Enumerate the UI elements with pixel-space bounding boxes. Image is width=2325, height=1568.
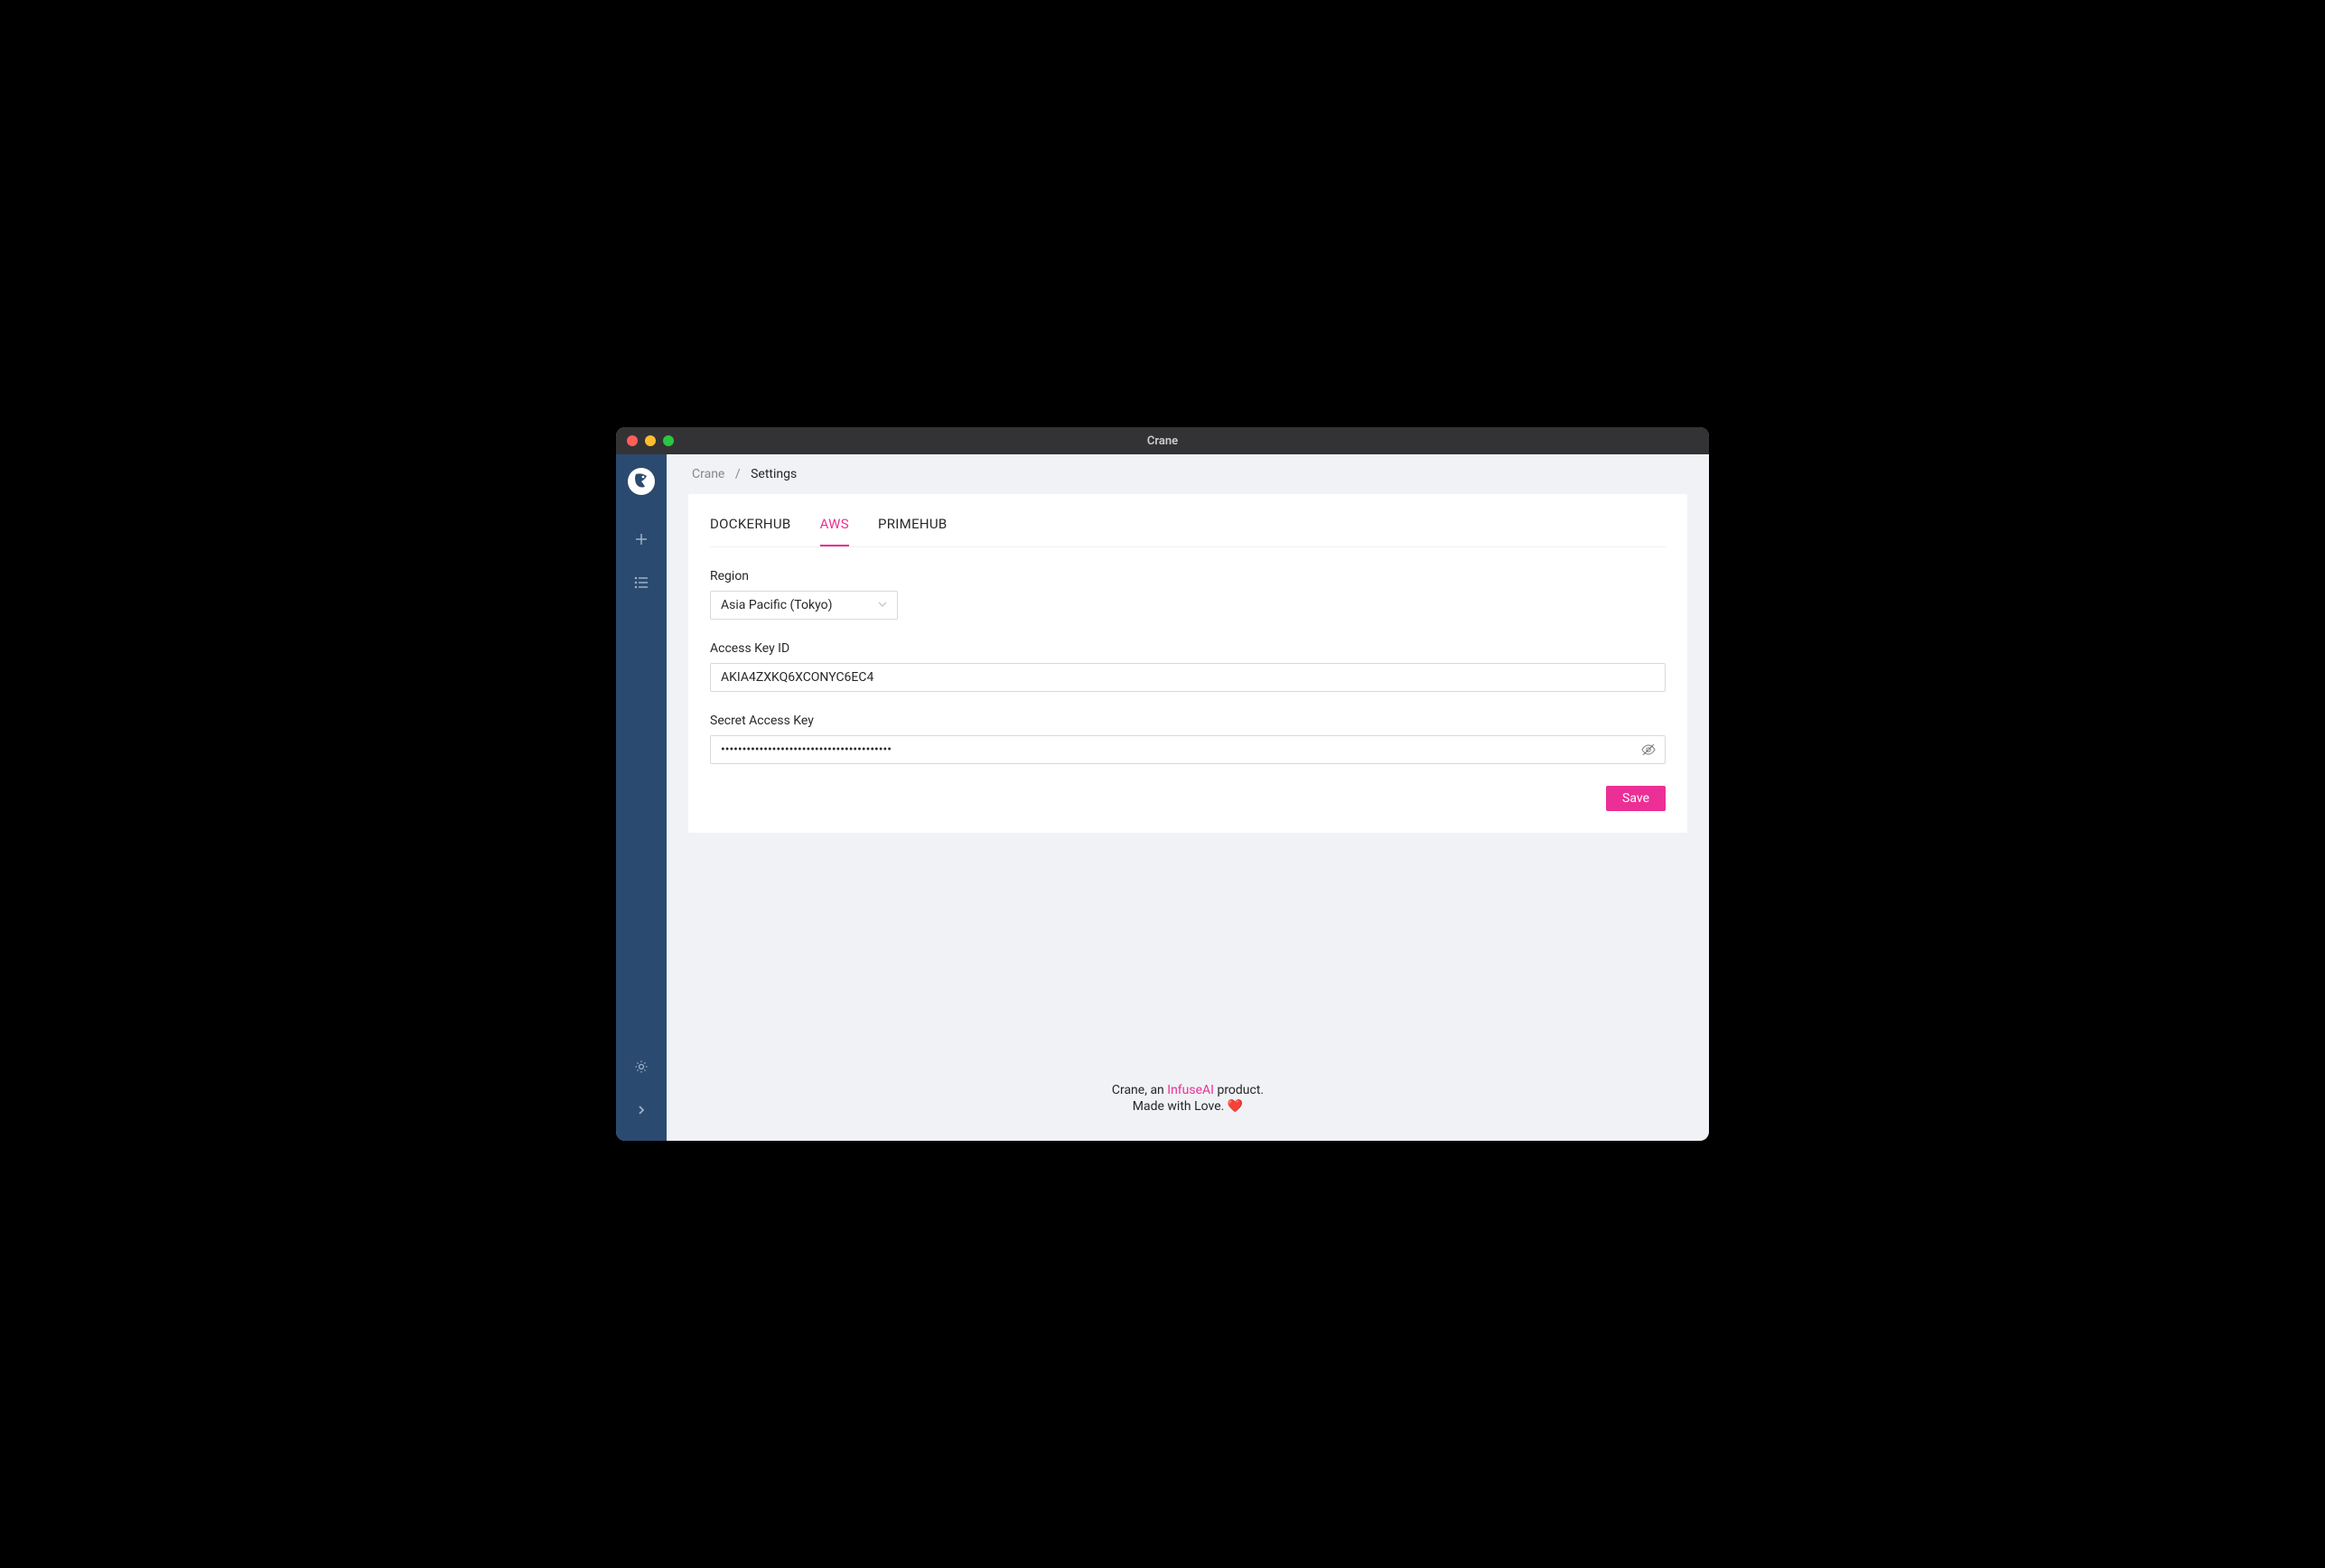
chevron-right-icon (636, 1105, 647, 1115)
heart-icon: ❤️ (1228, 1099, 1243, 1114)
secret-key-field: Secret Access Key (710, 714, 1666, 764)
tab-primehub[interactable]: PRIMEHUB (878, 516, 948, 546)
breadcrumb-root[interactable]: Crane (692, 467, 724, 481)
gear-icon (634, 1059, 649, 1074)
sidebar-settings-button[interactable] (616, 1045, 667, 1088)
minimize-button[interactable] (645, 435, 656, 446)
crane-logo-icon (627, 467, 656, 496)
app-body: Crane / Settings DOCKERHUB AWS PRIMEHUB … (616, 454, 1709, 1141)
footer-link[interactable]: InfuseAI (1167, 1083, 1214, 1097)
breadcrumb-current: Settings (751, 467, 797, 481)
app-logo[interactable] (627, 467, 656, 496)
region-label: Region (710, 569, 1666, 583)
sidebar-expand-button[interactable] (616, 1088, 667, 1132)
toggle-visibility-button[interactable] (1641, 742, 1656, 757)
secret-key-input[interactable] (710, 735, 1666, 764)
access-key-label: Access Key ID (710, 641, 1666, 656)
region-value: Asia Pacific (Tokyo) (721, 598, 832, 612)
content-area: Crane / Settings DOCKERHUB AWS PRIMEHUB … (667, 454, 1709, 1141)
region-field: Region Asia Pacific (Tokyo) (710, 569, 1666, 620)
titlebar: Crane (616, 427, 1709, 454)
app-window: Crane (616, 427, 1709, 1141)
close-button[interactable] (627, 435, 638, 446)
eye-slash-icon (1641, 742, 1656, 757)
save-button[interactable]: Save (1606, 786, 1666, 811)
access-key-input[interactable] (710, 663, 1666, 692)
footer-suffix: product. (1214, 1083, 1264, 1097)
footer-line2: Made with Love. (1133, 1099, 1228, 1114)
chevron-down-icon (878, 598, 887, 612)
footer-prefix: Crane, an (1112, 1083, 1167, 1097)
plus-icon (634, 532, 649, 546)
breadcrumb-separator: / (735, 467, 741, 481)
maximize-button[interactable] (663, 435, 674, 446)
breadcrumb: Crane / Settings (667, 454, 1709, 494)
settings-card: DOCKERHUB AWS PRIMEHUB Region Asia Pacif… (688, 494, 1687, 833)
tab-aws[interactable]: AWS (820, 516, 849, 546)
tabs: DOCKERHUB AWS PRIMEHUB (710, 516, 1666, 547)
sidebar-list-button[interactable] (616, 561, 667, 604)
footer: Crane, an InfuseAI product. Made with Lo… (667, 1065, 1709, 1141)
button-row: Save (710, 786, 1666, 811)
traffic-lights (627, 435, 674, 446)
tab-dockerhub[interactable]: DOCKERHUB (710, 516, 791, 546)
sidebar (616, 454, 667, 1141)
window-title: Crane (1147, 434, 1178, 448)
access-key-field: Access Key ID (710, 641, 1666, 692)
region-select[interactable]: Asia Pacific (Tokyo) (710, 591, 898, 620)
sidebar-add-button[interactable] (616, 518, 667, 561)
secret-key-label: Secret Access Key (710, 714, 1666, 728)
list-icon (634, 575, 649, 590)
